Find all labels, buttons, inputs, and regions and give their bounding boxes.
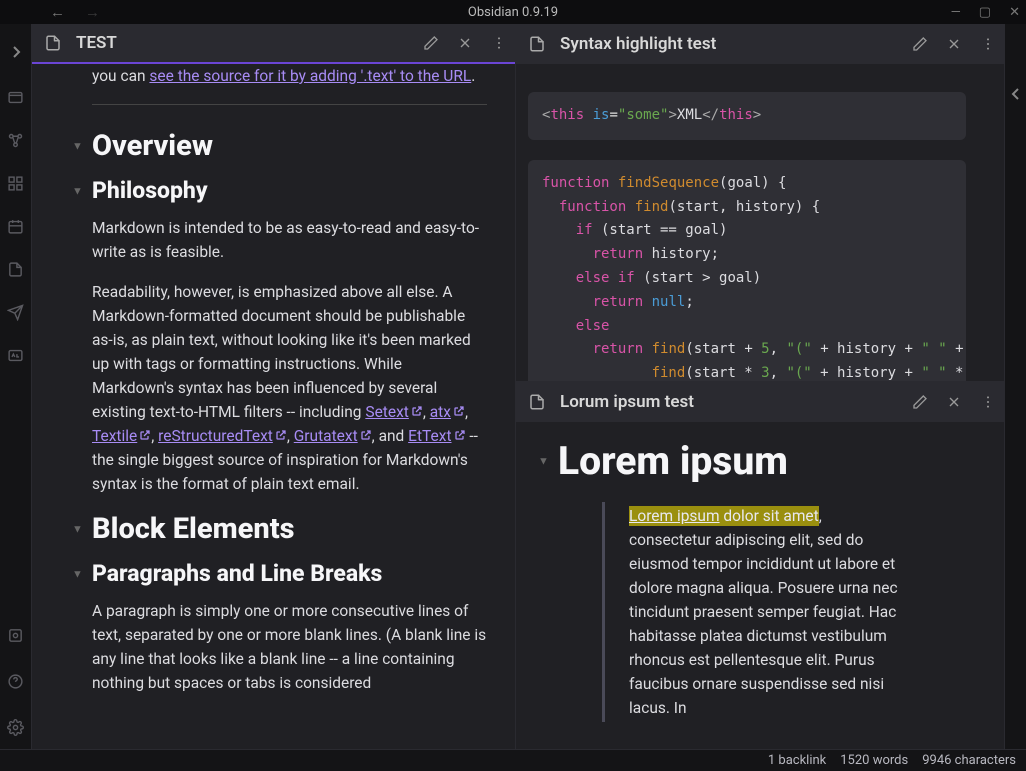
status-backlinks[interactable]: 1 backlink [768,753,826,768]
tab-title: Syntax highlight test [560,34,896,54]
file-icon [528,393,546,411]
text-fragment: . [471,67,475,85]
code-content[interactable]: <this is="some">XML</this> function find… [516,64,1004,381]
more-options-button[interactable] [489,33,509,53]
tab-header-lorem[interactable]: Lorum ipsum test [516,382,1004,422]
status-char-count: 9946 characters [922,753,1016,768]
code-block-js: function findSequence(goal) { function f… [528,160,966,381]
backlinks-icon[interactable] [2,169,30,197]
tab-title: Lorum ipsum test [560,392,896,412]
close-button[interactable] [944,34,964,54]
fold-icon[interactable]: ▼ [72,567,83,580]
highlighted-text: dolor sit amet [720,506,819,526]
window-maximize[interactable]: ▢ [979,5,991,20]
link-grutatext[interactable]: Grutatext [294,427,372,445]
fold-icon[interactable]: ▼ [72,523,83,536]
link-textile[interactable]: Textile [92,427,151,445]
heading-block-elements: ▼Block Elements [92,512,487,546]
command-palette-icon[interactable] [2,341,30,369]
link-rst[interactable]: reStructuredText [158,427,287,445]
more-options-button[interactable] [978,392,998,412]
pane-syntax-highlight: Syntax highlight test <this is="some">XM… [516,24,1004,382]
daily-note-icon[interactable] [2,212,30,240]
nav-forward[interactable]: → [85,3,100,21]
nav-back[interactable]: ← [50,3,65,21]
heading-paragraphs: ▼Paragraphs and Line Breaks [92,560,487,587]
tab-title: TEST [76,33,407,53]
right-sidebar-ribbon [1004,24,1026,749]
pane-lorem-ipsum: Lorum ipsum test ▼Lorem ipsum Lorem ipsu… [516,382,1004,749]
templates-icon[interactable] [2,255,30,283]
link-ettext[interactable]: EtText [408,427,465,445]
file-icon [44,34,62,52]
heading-lorem: ▼Lorem ipsum [558,438,960,484]
code-block-xml: <this is="some">XML</this> [528,92,966,140]
text-fragment: you can [92,67,149,85]
fold-icon[interactable]: ▼ [72,140,83,153]
link-setext[interactable]: Setext [365,403,422,421]
heading-philosophy: ▼Philosophy [92,177,487,204]
window-close[interactable]: ✕ [1009,5,1020,20]
paragraph: A paragraph is simply one or more consec… [92,599,487,695]
settings-icon[interactable] [2,713,30,741]
edit-button[interactable] [910,34,930,54]
quick-switcher-icon[interactable] [2,83,30,111]
highlighted-link[interactable]: Lorem ipsum [629,506,720,526]
expand-right-sidebar[interactable] [1011,72,1021,116]
paragraph: Readability, however, is emphasized abov… [92,280,487,496]
fold-icon[interactable]: ▼ [538,455,549,468]
tab-header-syntax[interactable]: Syntax highlight test [516,24,1004,64]
blockquote: Lorem ipsum dolor sit amet, consectetur … [602,502,960,722]
link-atx[interactable]: atx [430,403,465,421]
window-minimize[interactable]: — [951,5,961,20]
close-button[interactable] [944,392,964,412]
graph-view-icon[interactable] [2,126,30,154]
pane-test-document: TEST you can see the source for it by ad… [32,24,516,749]
edit-button[interactable] [910,392,930,412]
publish-icon[interactable] [2,298,30,326]
help-icon[interactable] [2,667,30,695]
paragraph: Markdown is intended to be as easy-to-re… [92,216,487,264]
document-content[interactable]: you can see the source for it by adding … [32,64,515,749]
vault-icon[interactable] [2,621,30,649]
app-title: Obsidian 0.9.19 [468,5,558,20]
close-button[interactable] [455,33,475,53]
expand-left-sidebar[interactable] [11,30,21,74]
lorem-content[interactable]: ▼Lorem ipsum Lorem ipsum dolor sit amet,… [516,422,1004,749]
file-icon [528,35,546,53]
more-options-button[interactable] [978,34,998,54]
horizontal-rule [92,104,487,105]
fold-icon[interactable]: ▼ [72,184,83,197]
tab-header-test[interactable]: TEST [32,24,515,64]
heading-overview: ▼Overview [92,129,487,163]
left-sidebar-ribbon [0,24,32,749]
status-word-count: 1520 words [840,753,908,768]
edit-button[interactable] [421,33,441,53]
blockquote-text: , consectetur adipiscing elit, sed do ei… [629,507,898,717]
source-link[interactable]: see the source for it by adding '.text' … [149,67,471,85]
status-bar: 1 backlink 1520 words 9946 characters [0,749,1026,771]
